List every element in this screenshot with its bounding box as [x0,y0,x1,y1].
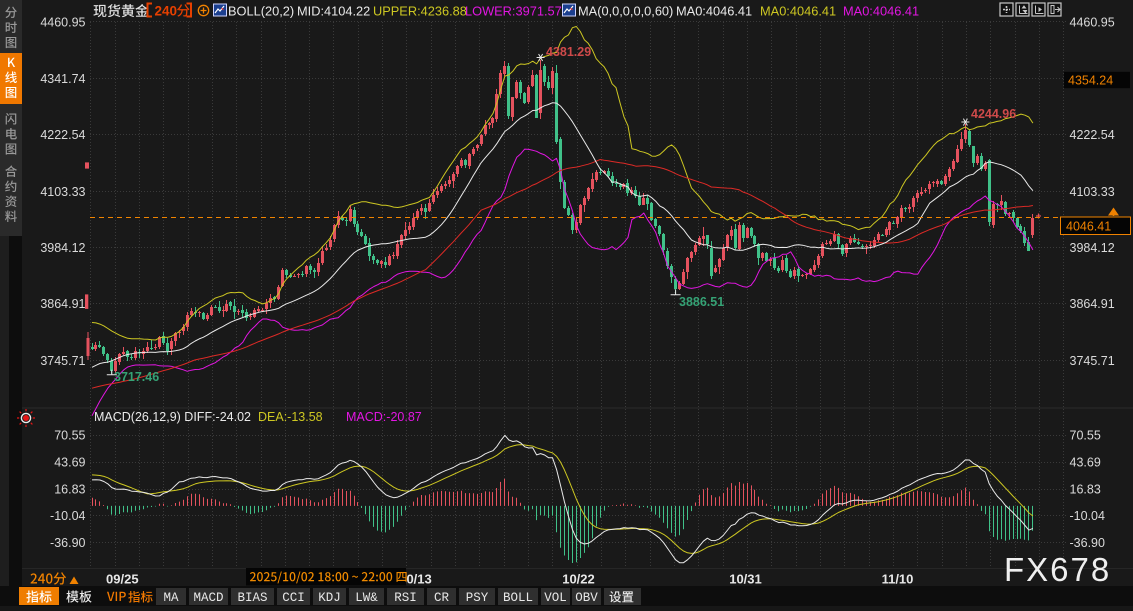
svg-text:3745.71: 3745.71 [40,354,85,368]
svg-text:CR: CR [434,591,450,605]
svg-text:BOLL(20,2): BOLL(20,2) [228,4,294,19]
svg-text:MA0:4046.41: MA0:4046.41 [760,4,836,19]
svg-text:MACD(26,12,9) DIFF:-24.02: MACD(26,12,9) DIFF:-24.02 [94,410,251,424]
svg-text:4222.54: 4222.54 [1070,128,1115,142]
svg-text:-36.90: -36.90 [50,536,85,550]
svg-text:43.69: 43.69 [1070,455,1101,469]
svg-text:CCI: CCI [282,591,305,605]
svg-text:3984.12: 3984.12 [1070,241,1115,255]
svg-text:FX678: FX678 [1004,551,1111,588]
svg-text:MA: MA [163,591,179,605]
svg-text:MA0:4046.41: MA0:4046.41 [676,4,752,19]
svg-text:11/10: 11/10 [882,572,914,587]
svg-text:-36.90: -36.90 [1070,536,1105,550]
svg-text:10/31: 10/31 [729,572,762,587]
svg-text:09/25: 09/25 [106,572,139,587]
svg-text:DEA:-13.58: DEA:-13.58 [258,410,323,424]
svg-text:LOWER:3971.57: LOWER:3971.57 [465,4,562,19]
svg-text:BIAS: BIAS [237,591,267,605]
svg-text:43.69: 43.69 [54,455,85,469]
svg-text:MACD:-20.87: MACD:-20.87 [346,410,422,424]
svg-text:3717.46: 3717.46 [114,370,159,384]
svg-text:-10.04: -10.04 [1070,509,1105,523]
svg-text:70.55: 70.55 [54,429,85,443]
svg-text:4354.24: 4354.24 [1068,74,1113,88]
svg-text:MID:4104.22: MID:4104.22 [297,4,370,19]
svg-text:VOL: VOL [544,591,567,605]
svg-text:3886.51: 3886.51 [679,295,724,309]
svg-text:RSI: RSI [394,591,417,605]
svg-text:4244.96: 4244.96 [971,107,1016,121]
svg-text:OBV: OBV [575,591,598,605]
svg-text:4460.95: 4460.95 [40,15,85,29]
svg-text:16.83: 16.83 [54,483,85,497]
svg-text:BOLL: BOLL [503,591,533,605]
svg-text:70.55: 70.55 [1070,429,1101,443]
svg-text:MA(0,0,0,0,0,60): MA(0,0,0,0,0,60) [578,4,673,19]
svg-text:3864.91: 3864.91 [1070,297,1115,311]
svg-text:10/22: 10/22 [562,572,595,587]
svg-text:3745.71: 3745.71 [1070,354,1115,368]
svg-text:240: 240 [155,4,178,19]
svg-text:UPPER:4236.88: UPPER:4236.88 [373,4,467,19]
svg-text:MA0:4046.41: MA0:4046.41 [843,4,919,19]
svg-text:4381.29: 4381.29 [546,45,591,59]
svg-text:MACD: MACD [193,591,223,605]
svg-text:KDJ: KDJ [318,591,341,605]
svg-text:4341.74: 4341.74 [40,72,85,86]
svg-text:4460.95: 4460.95 [1070,15,1115,29]
svg-text:4103.33: 4103.33 [40,185,85,199]
svg-text:4046.41: 4046.41 [1066,220,1111,234]
svg-text:16.83: 16.83 [1070,483,1101,497]
svg-text:3984.12: 3984.12 [40,241,85,255]
svg-text:4103.33: 4103.33 [1070,185,1115,199]
svg-text:-10.04: -10.04 [50,509,85,523]
svg-text:LW&: LW& [355,591,378,605]
svg-text:3864.91: 3864.91 [40,297,85,311]
svg-text:PSY: PSY [466,591,489,605]
svg-text:4222.54: 4222.54 [40,128,85,142]
